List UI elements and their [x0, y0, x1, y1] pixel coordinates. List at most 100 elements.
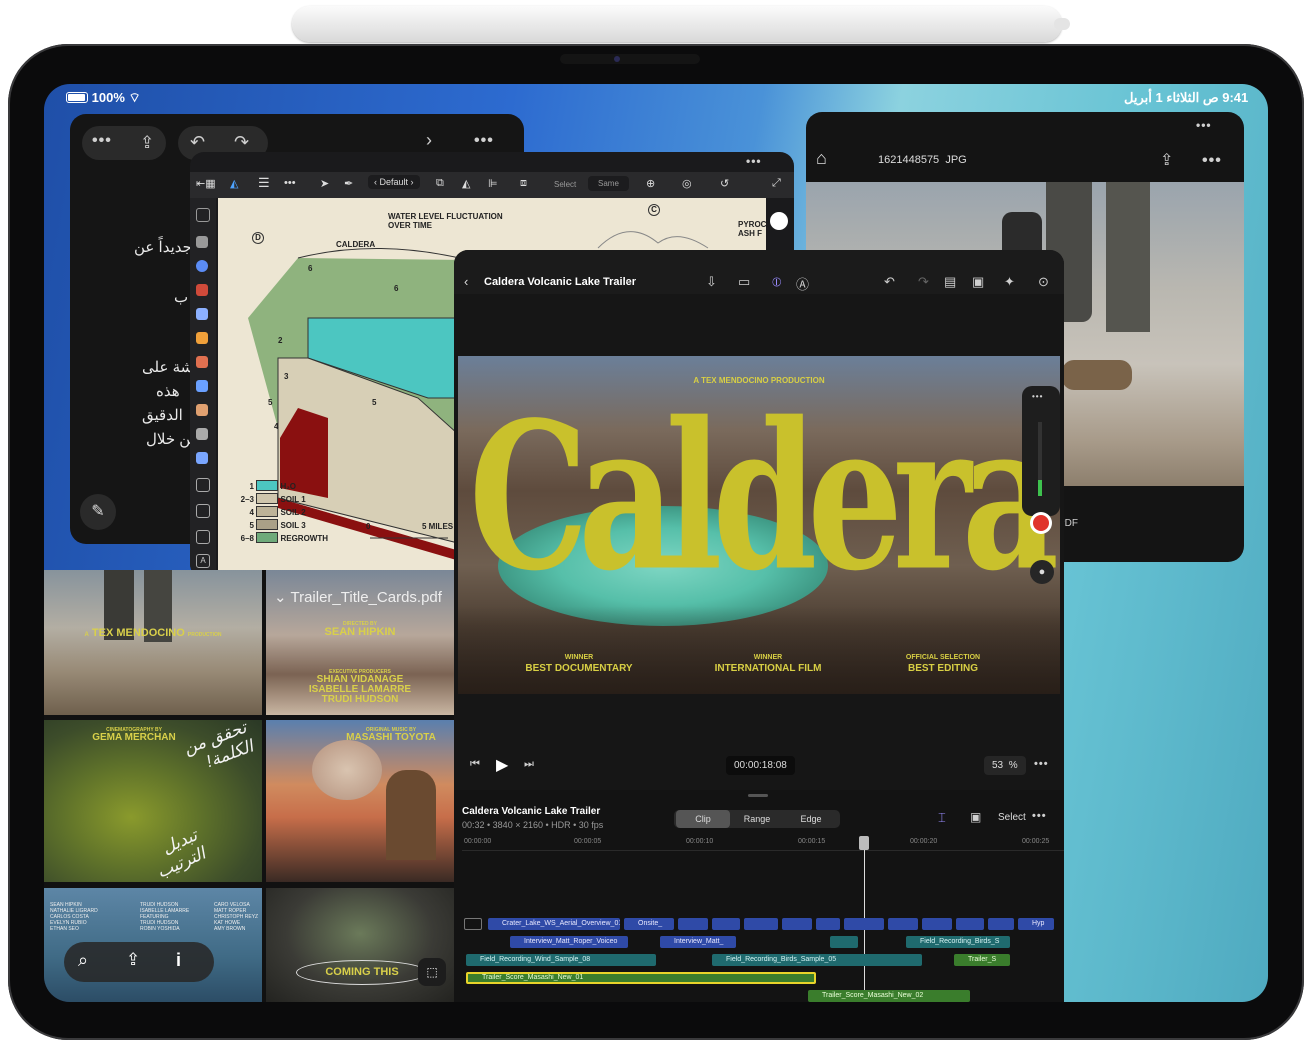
music-clip-selected[interactable]: Trailer_Score_Masashi_New_01 [466, 972, 816, 984]
video-viewer[interactable]: A TEX MENDOCINO PRODUCTION Caldera WINNE… [458, 356, 1060, 694]
timecode-display[interactable]: 00:00:18:08 [726, 756, 795, 775]
title-card-tile[interactable]: COMING THIS ⬚ [266, 888, 454, 1002]
more-icon[interactable]: ••• [1202, 152, 1222, 170]
video-clip[interactable]: Hyp [1018, 918, 1054, 930]
more-icon[interactable]: ••• [1032, 392, 1043, 401]
video-clip[interactable] [678, 918, 708, 930]
audio-clip[interactable]: Interview_Matt_Roper_Voiceo [510, 936, 628, 948]
rectangle-tool-icon[interactable] [196, 504, 210, 518]
video-clip[interactable] [844, 918, 884, 930]
fill-tool-icon[interactable] [196, 284, 208, 296]
audio-clip[interactable]: Field_Recording_Birds_S [906, 936, 1010, 948]
video-editor-window[interactable]: ‹ Caldera Volcanic Lake Trailer ⌄ ⇩ ▭ ⦶ … [454, 250, 1064, 1002]
markup-icon[interactable]: ⬚ [418, 958, 446, 986]
title-card-tile[interactable]: ⌄ Trailer_Title_Cards.pdf DIRECTED BY SEA… [266, 570, 454, 715]
import-icon[interactable]: ⇩ [706, 274, 717, 290]
ellipse-tool-icon[interactable] [196, 530, 210, 544]
audio-clip[interactable] [830, 936, 858, 948]
search-icon[interactable]: ⌕ [78, 950, 88, 971]
back-chevron-icon[interactable]: ‹ [464, 274, 468, 289]
photo-browser-icon[interactable]: ▣ [972, 274, 984, 290]
audio-clip[interactable]: Interview_Matt_ [660, 936, 736, 948]
skip-back-icon[interactable]: ⏮ [470, 758, 480, 771]
gradient-tool-icon[interactable] [196, 428, 208, 440]
video-clip[interactable] [922, 918, 952, 930]
more-icon[interactable]: ••• [284, 177, 296, 189]
camera-icon[interactable]: ▭ [738, 274, 750, 290]
home-icon[interactable]: ⌂ [816, 148, 827, 169]
same-button[interactable]: Same [588, 176, 629, 191]
share-icon[interactable]: ⇪ [126, 950, 140, 970]
view-icon[interactable]: ◎ [682, 177, 692, 190]
compose-icon[interactable]: ✎ [80, 494, 116, 530]
settings-icon[interactable]: ↺ [720, 177, 729, 190]
vector-brush-icon[interactable] [196, 380, 208, 392]
chevron-right-icon[interactable]: › [426, 130, 432, 151]
snapping-icon[interactable]: ⌶ [938, 810, 946, 826]
more-icon[interactable]: ••• [746, 154, 762, 168]
timeline[interactable]: Caldera Volcanic Lake Trailer 00:32 • 38… [454, 790, 1064, 1002]
skip-forward-icon[interactable]: ⏭ [524, 758, 534, 771]
playhead-handle[interactable] [859, 836, 869, 850]
play-icon[interactable]: ▶ [496, 755, 508, 775]
microphone-toggle-icon[interactable]: ● [1030, 560, 1054, 584]
zoom-icon[interactable]: ⊕ [646, 177, 655, 190]
undo-icon[interactable]: ↶ [884, 274, 895, 290]
audio-clip[interactable]: Field_Recording_Birds_Sample_05 [712, 954, 922, 966]
record-button[interactable] [1030, 512, 1052, 534]
share-icon[interactable]: ⇪ [140, 133, 154, 153]
info-icon[interactable]: i [176, 950, 181, 971]
boolean-icon[interactable]: ⧈ [520, 177, 527, 190]
flip-icon[interactable]: ◭ [462, 177, 470, 190]
effects-icon[interactable]: ✦ [1004, 274, 1015, 290]
zoom-display[interactable]: 53 % [984, 756, 1026, 775]
video-clip[interactable] [744, 918, 778, 930]
more-icon[interactable]: ••• [1032, 810, 1047, 822]
align-icon[interactable]: ⊫ [488, 177, 498, 190]
video-clip[interactable] [816, 918, 840, 930]
audio-clip[interactable]: Field_Recording_Wind_Sample_08 [466, 954, 656, 966]
video-clip[interactable] [888, 918, 918, 930]
music-clip[interactable]: Trailer_Score_Masashi_New_02 [808, 990, 970, 1002]
video-clip[interactable] [988, 918, 1014, 930]
redo-icon[interactable]: ↷ [234, 132, 249, 153]
pencil-tool-icon[interactable] [196, 332, 208, 344]
chevron-down-icon[interactable]: ⌄ [274, 589, 287, 606]
segment-clip[interactable]: Clip [676, 810, 730, 828]
chevron-down-icon[interactable]: ⌄ [624, 275, 632, 286]
more-icon[interactable]: ••• [92, 132, 112, 150]
video-clip[interactable]: Onsite_ [624, 918, 674, 930]
select-label[interactable]: Select [554, 180, 576, 189]
select-tool-icon[interactable] [196, 208, 210, 222]
more-icon[interactable]: ••• [1196, 118, 1212, 132]
more-icon[interactable]: ••• [474, 132, 494, 150]
segment-range[interactable]: Range [730, 810, 784, 828]
clip-view-icon[interactable]: ▣ [970, 810, 981, 824]
color-swatch[interactable] [770, 212, 788, 230]
text-tool-icon[interactable]: A [196, 554, 210, 568]
title-card-tile[interactable]: ORIGINAL MUSIC BY MASASHI TOYOTA [266, 720, 454, 882]
select-button[interactable]: Select [998, 812, 1026, 823]
segment-edge[interactable]: Edge [784, 810, 838, 828]
video-clip[interactable] [956, 918, 984, 930]
arrange-icon[interactable]: ⧉ [436, 177, 444, 190]
title-card-tile[interactable]: A TEX MENDOCINO PRODUCTION [44, 570, 262, 715]
pen-tool-icon[interactable]: ✒ [344, 177, 353, 190]
undo-icon[interactable]: ↶ [190, 132, 205, 153]
more-icon[interactable]: ••• [1034, 758, 1049, 770]
video-clip[interactable]: Crater_Lake_WS_Aerial_Overview_01 [488, 918, 620, 930]
node-tool-icon[interactable] [196, 236, 208, 248]
style-selector[interactable]: ‹ Default › [368, 175, 420, 189]
microphone-icon[interactable]: ⦶ [772, 274, 781, 290]
brush-tool-icon[interactable] [196, 356, 208, 368]
inspector-icon[interactable]: ▤ [944, 274, 956, 290]
shape-tool-icon[interactable] [196, 260, 208, 272]
project-title[interactable]: Caldera Volcanic Lake Trailer [484, 276, 636, 288]
navigate-icon[interactable]: Ⓐ [796, 274, 809, 293]
crop-tool-icon[interactable] [196, 478, 210, 492]
drag-handle[interactable] [748, 794, 768, 797]
video-clip[interactable] [712, 918, 740, 930]
erase-tool-icon[interactable] [196, 404, 208, 416]
export-icon[interactable]: ⤢ [772, 177, 781, 190]
transparency-tool-icon[interactable] [196, 452, 208, 464]
